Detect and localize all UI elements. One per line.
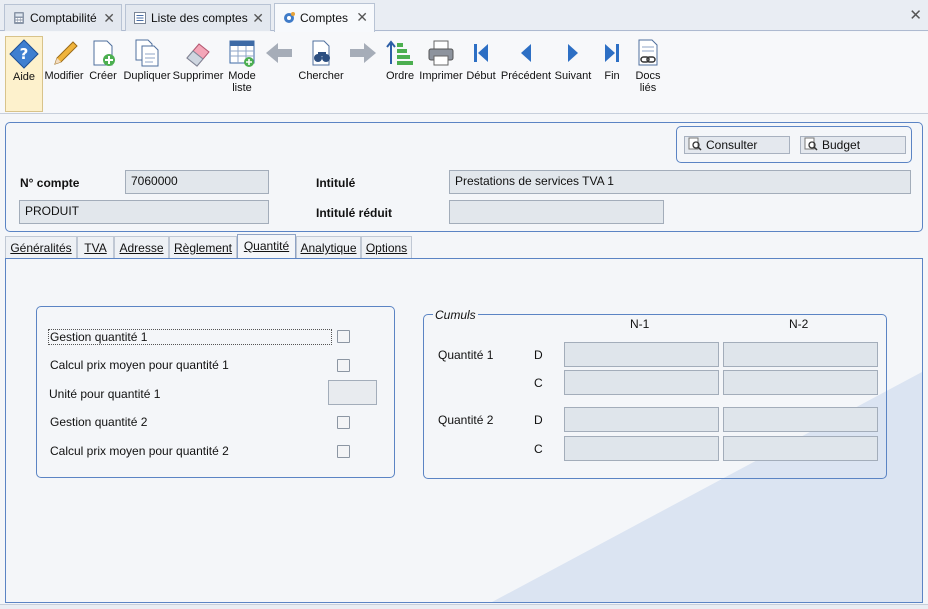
arrow-right-icon (347, 36, 379, 70)
tab-analytique[interactable]: Analytique (296, 236, 361, 258)
document-tab-bar: Comptabilité ✕ Liste des comptes ✕ Compt… (0, 0, 928, 32)
calcul-prix-moyen-2-checkbox[interactable] (337, 445, 350, 458)
column-n2-header: N-2 (789, 317, 809, 331)
svg-text:?: ? (20, 45, 29, 63)
quantite-2-label: Quantité 2 (438, 413, 494, 427)
linked-documents-icon (632, 36, 664, 70)
intitule-reduit-field[interactable] (449, 200, 664, 224)
budget-button[interactable]: Budget (800, 136, 906, 154)
unite-quantite-1-label: Unité pour quantité 1 (49, 387, 161, 401)
close-icon[interactable]: ✕ (103, 11, 115, 25)
tab-quantite[interactable]: Quantité (237, 234, 296, 259)
intitule-field[interactable]: Prestations de services TVA 1 (449, 170, 911, 194)
calcul-prix-moyen-1-checkbox[interactable] (337, 359, 350, 372)
tab-comptes[interactable]: Comptes ✕ (274, 3, 375, 32)
numero-compte-label: N° compte (20, 176, 80, 190)
cumuls-group: Cumuls N-1 N-2 Quantité 1 D C Quantité 2… (423, 308, 887, 479)
q1-credit-n1-field[interactable] (564, 370, 719, 395)
credit-label: C (534, 442, 543, 456)
tab-adresse[interactable]: Adresse (114, 236, 169, 258)
duplicate-icon (131, 36, 163, 70)
close-window-icon[interactable]: ✕ (909, 8, 922, 23)
tab-label: Comptabilité (30, 11, 97, 25)
next-arrow-button[interactable] (346, 36, 380, 112)
fin-button[interactable]: Fin (596, 36, 628, 112)
last-record-icon (596, 36, 628, 70)
tab-options[interactable]: Options (361, 236, 412, 258)
gestion-quantite-1-label: Gestion quantité 1 (48, 329, 332, 345)
tab-label: Liste des comptes (151, 11, 248, 25)
tab-comptabilite[interactable]: Comptabilité ✕ (4, 4, 122, 31)
q1-credit-n2-field[interactable] (723, 370, 878, 395)
quantite-tab-content: Gestion quantité 1 Calcul prix moyen pou… (5, 258, 923, 603)
q2-credit-n2-field[interactable] (723, 436, 878, 461)
close-icon[interactable]: ✕ (356, 10, 368, 24)
status-strip (0, 604, 928, 609)
arrow-left-icon (263, 36, 295, 70)
q2-debit-n1-field[interactable] (564, 407, 719, 432)
action-button-group: Consulter Budget (676, 126, 912, 163)
printer-icon (425, 36, 457, 70)
first-record-icon (465, 36, 497, 70)
modifier-button[interactable]: Modifier (44, 36, 84, 112)
chercher-button[interactable]: Chercher (298, 36, 344, 112)
previous-arrow-button[interactable] (262, 36, 296, 112)
q1-debit-n2-field[interactable] (723, 342, 878, 367)
sort-order-icon (384, 36, 416, 70)
intitule-reduit-label: Intitulé réduit (316, 206, 392, 220)
next-record-icon (557, 36, 589, 70)
consulter-button[interactable]: Consulter (684, 136, 790, 154)
tab-liste-des-comptes[interactable]: Liste des comptes ✕ (125, 4, 271, 31)
suivant-button[interactable]: Suivant (554, 36, 592, 112)
binoculars-icon (305, 36, 337, 70)
account-header-panel: Consulter Budget N° compte 7060000 Intit… (5, 122, 923, 232)
calcul-prix-moyen-1-label: Calcul prix moyen pour quantité 1 (50, 358, 229, 372)
previous-record-icon (510, 36, 542, 70)
q1-debit-n1-field[interactable] (564, 342, 719, 367)
precedent-button[interactable]: Précédent (500, 36, 552, 112)
gear-icon (282, 11, 296, 25)
unite-quantite-1-field[interactable] (328, 380, 377, 405)
help-icon: ? (8, 37, 40, 71)
list-icon (133, 11, 147, 25)
dupliquer-button[interactable]: Dupliquer (123, 36, 171, 112)
account-type-field[interactable]: PRODUIT (19, 200, 269, 224)
eraser-icon (182, 36, 214, 70)
debit-label: D (534, 413, 543, 427)
gestion-quantite-2-checkbox[interactable] (337, 416, 350, 429)
docs-lies-button[interactable]: Docs liés (631, 36, 665, 112)
supprimer-button[interactable]: Supprimer (173, 36, 223, 112)
creer-button[interactable]: Créer (86, 36, 120, 112)
gestion-quantite-1-checkbox[interactable] (337, 330, 350, 343)
toolbar: ? Aide Modifier Créer Dupliquer Supprime… (0, 32, 928, 114)
tab-tva[interactable]: TVA (77, 236, 114, 258)
magnifier-icon (804, 137, 818, 154)
gestion-quantite-2-label: Gestion quantité 2 (50, 415, 148, 429)
cumuls-title: Cumuls (433, 308, 478, 322)
q2-debit-n2-field[interactable] (723, 407, 878, 432)
quantity-options-group: Gestion quantité 1 Calcul prix moyen pou… (36, 306, 395, 478)
imprimer-button[interactable]: Imprimer (419, 36, 463, 112)
pencil-icon (48, 36, 80, 70)
quantite-1-label: Quantité 1 (438, 348, 494, 362)
magnifier-icon (688, 137, 702, 154)
grid-list-icon (226, 36, 258, 70)
tab-reglement[interactable]: Règlement (169, 236, 237, 258)
aide-button[interactable]: ? Aide (5, 36, 43, 112)
debit-label: D (534, 348, 543, 362)
debut-button[interactable]: Début (465, 36, 497, 112)
numero-compte-field[interactable]: 7060000 (125, 170, 269, 194)
calculator-icon (12, 11, 26, 25)
credit-label: C (534, 376, 543, 390)
mode-liste-button[interactable]: Mode liste (225, 36, 259, 112)
tab-generalites[interactable]: Généralités (5, 236, 77, 258)
close-icon[interactable]: ✕ (252, 11, 264, 25)
calcul-prix-moyen-2-label: Calcul prix moyen pour quantité 2 (50, 444, 229, 458)
column-n1-header: N-1 (630, 317, 650, 331)
intitule-label: Intitulé (316, 176, 356, 190)
tab-label: Comptes (300, 11, 349, 25)
ordre-button[interactable]: Ordre (383, 36, 417, 112)
new-document-icon (87, 36, 119, 70)
q2-credit-n1-field[interactable] (564, 436, 719, 461)
